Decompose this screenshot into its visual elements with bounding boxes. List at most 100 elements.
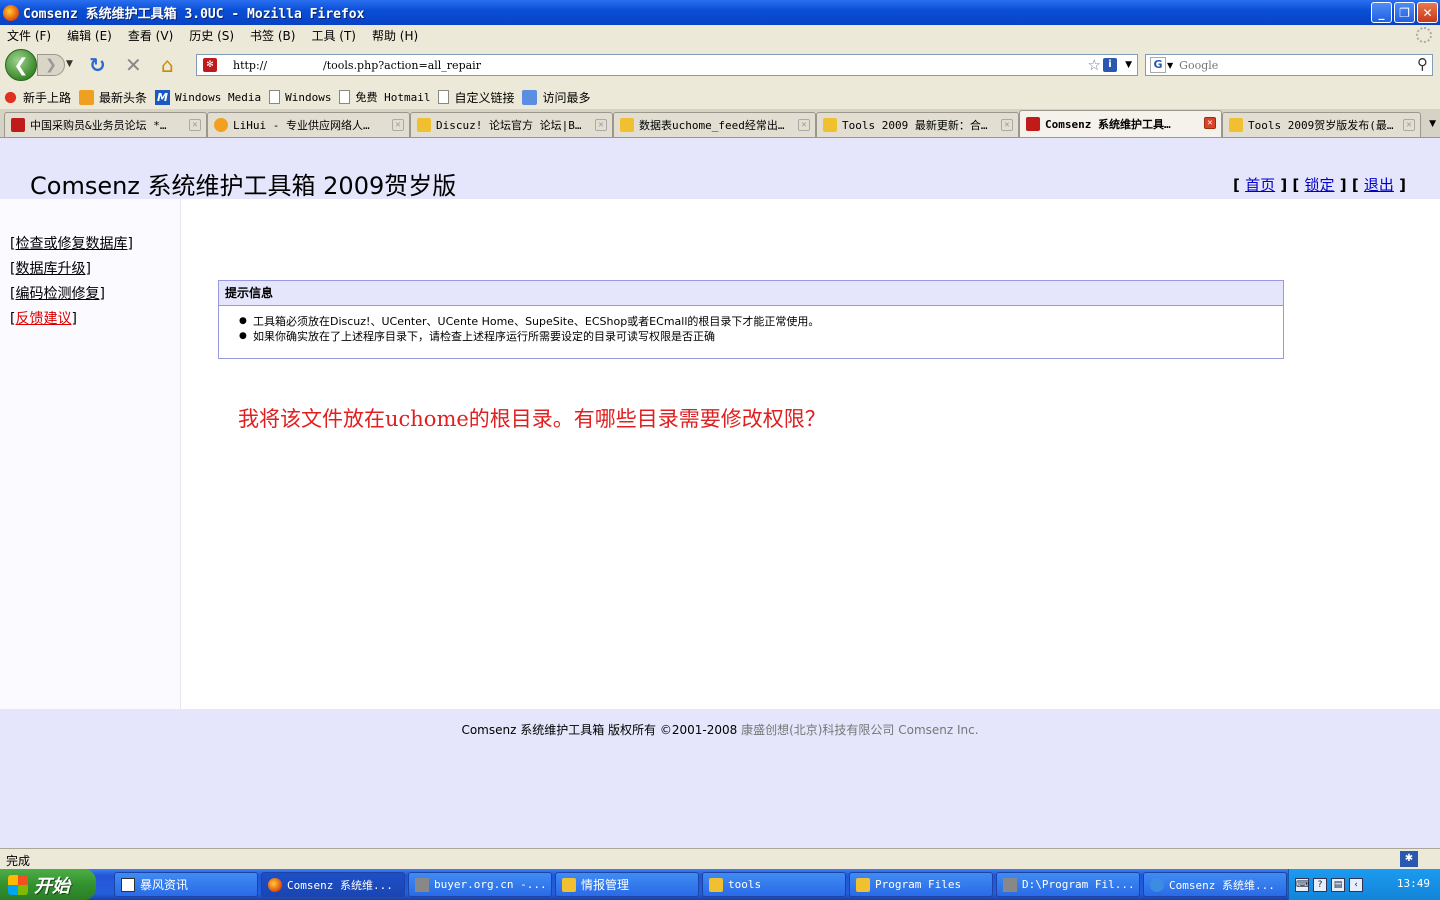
reload-icon[interactable]: ↻ [89, 54, 106, 76]
tab-favicon-icon [11, 118, 25, 132]
bookmark-star-icon[interactable]: ☆ [1088, 56, 1101, 74]
bookmark-item[interactable]: M Windows Media [155, 89, 261, 105]
notice-item: 工具箱必须放在Discuz!、UCenter、UCente Home、SupeS… [239, 314, 1283, 329]
maximize-button[interactable]: ❐ [1394, 2, 1415, 23]
sidebar: [检查或修复数据库] [数据库升级] [编码检测修复] [反馈建议] [0, 199, 181, 709]
menu-bar: 文件 (F) 编辑 (E) 查看 (V) 历史 (S) 书签 (B) 工具 (T… [0, 25, 1440, 45]
notice-heading: 提示信息 [219, 281, 1283, 306]
taskbar-item[interactable]: 情报管理 [555, 872, 699, 897]
bookmarks-toolbar: 新手上路 最新头条 M Windows Media Windows 免费 Hotm… [0, 85, 1440, 109]
home-link[interactable]: 首页 [1245, 176, 1275, 194]
menu-view[interactable]: 查看 (V) [128, 27, 173, 44]
browser-tab-active[interactable]: Comsenz 系统维护工具… ✕ [1019, 110, 1222, 137]
search-engine-icon[interactable]: G [1150, 57, 1166, 73]
lock-link[interactable]: 锁定 [1305, 176, 1335, 194]
browser-tab[interactable]: Tools 2009贺岁版发布(最… ✕ [1222, 112, 1421, 137]
taskbar-item[interactable]: tools [702, 872, 846, 897]
sidebar-link[interactable]: 检查或修复数据库 [15, 236, 127, 252]
menu-help[interactable]: 帮助 (H) [372, 27, 418, 44]
home-icon[interactable]: ⌂ [161, 54, 174, 76]
start-button[interactable]: 开始 [0, 869, 96, 900]
tab-close-icon[interactable]: ✕ [392, 119, 404, 131]
bookmark-item[interactable]: 新手上路 [3, 89, 71, 106]
page-icon [339, 90, 351, 104]
tab-close-icon[interactable]: ✕ [798, 119, 810, 131]
taskbar-item[interactable]: buyer.org.cn -... [408, 872, 552, 897]
menu-tools[interactable]: 工具 (T) [311, 27, 356, 44]
taskbar-item[interactable]: Comsenz 系统维... [1143, 872, 1287, 897]
tab-close-icon[interactable]: ✕ [1204, 117, 1216, 129]
history-dropdown-icon[interactable]: ▼ [66, 59, 73, 69]
throbber-icon [1416, 27, 1432, 43]
close-button[interactable]: ✕ [1417, 2, 1438, 23]
sidebar-link[interactable]: 数据库升级 [15, 261, 85, 277]
search-icon[interactable]: ⚲ [1417, 55, 1428, 73]
footer-main-text: Comsenz 系统维护工具箱 版权所有 ©2001-2008 [461, 723, 742, 737]
url-bar[interactable]: ✻ http:// /tools.php?action=all_repair ☆… [196, 54, 1138, 76]
tab-close-icon[interactable]: ✕ [1403, 119, 1415, 131]
bookmark-item[interactable]: Windows [269, 90, 331, 104]
browser-tab[interactable]: Tools 2009 最新更新：合… ✕ [816, 112, 1019, 137]
stop-icon[interactable]: ✕ [125, 54, 142, 76]
status-text: 完成 [6, 854, 31, 868]
sidebar-link[interactable]: 反馈建议 [15, 311, 71, 327]
bookmark-item[interactable]: 自定义链接 [438, 89, 514, 106]
network-icon[interactable]: ▤ [1331, 877, 1345, 892]
minimize-button[interactable]: _ [1371, 2, 1392, 23]
firefox-icon [268, 877, 282, 892]
folder-icon [709, 877, 723, 892]
tray-expand-icon[interactable]: ‹ [1349, 877, 1363, 892]
keyboard-icon[interactable]: ⌨ [1295, 877, 1309, 892]
sidebar-item-check-repair-db: [检查或修复数据库] [10, 236, 133, 252]
url-text[interactable]: http:// /tools.php?action=all_repair [233, 59, 481, 72]
navigation-toolbar: ❮ ❯ ▼ ↻ ✕ ⌂ ✻ http:// /tools.php?action=… [0, 45, 1440, 85]
taskbar-item[interactable]: 暴风资讯 [114, 872, 258, 897]
bookmark-item[interactable]: 访问最多 [522, 89, 591, 106]
tab-list-dropdown-icon[interactable]: ▼ [1429, 119, 1436, 129]
taskbar-item-active[interactable]: Comsenz 系统维... [261, 872, 405, 897]
footer-company: 康盛创想(北京)科技有限公司 Comsenz Inc. [741, 723, 979, 737]
browser-tab[interactable]: 数据表uchome_feed经常出… ✕ [613, 112, 816, 137]
help-icon[interactable]: ? [1313, 877, 1327, 892]
taskbar-item[interactable]: D:\Program Fil... [996, 872, 1140, 897]
folder-icon [856, 877, 870, 892]
page-icon [269, 90, 281, 104]
browser-tab[interactable]: Discuz! 论坛官方 论坛|B… ✕ [410, 112, 613, 137]
menu-bookmarks[interactable]: 书签 (B) [250, 27, 295, 44]
browser-tab[interactable]: 中国采购员&业务员论坛 *… ✕ [4, 112, 207, 137]
tray-clock[interactable]: 13:49 [1397, 877, 1430, 890]
folder-icon [562, 877, 576, 892]
page-icon [438, 90, 450, 104]
menu-file[interactable]: 文件 (F) [7, 27, 51, 44]
tab-close-icon[interactable]: ✕ [595, 119, 607, 131]
window-titlebar[interactable]: Comsenz 系统维护工具箱 3.0UC - Mozilla Firefox … [0, 0, 1440, 25]
tab-favicon-icon [823, 118, 837, 132]
addon-status-icon[interactable]: ✱ [1400, 851, 1418, 867]
bookmark-item[interactable]: 最新头条 [79, 89, 147, 106]
logout-link[interactable]: 退出 [1364, 176, 1394, 194]
search-input[interactable] [1179, 58, 1400, 72]
tab-favicon-icon [214, 118, 228, 132]
window-title: Comsenz 系统维护工具箱 3.0UC - Mozilla Firefox [23, 7, 365, 22]
site-favicon-icon: ✻ [203, 58, 217, 72]
site-info-icon[interactable]: i [1103, 58, 1117, 72]
search-bar[interactable]: G ▼ ⚲ [1145, 54, 1433, 76]
url-dropdown-icon[interactable]: ▼ [1125, 60, 1132, 70]
windows-taskbar: 开始 暴风资讯 Comsenz 系统维... buyer.org.cn -...… [0, 869, 1440, 900]
tab-close-icon[interactable]: ✕ [189, 119, 201, 131]
window-controls: _ ❐ ✕ [1371, 2, 1438, 23]
menu-history[interactable]: 历史 (S) [189, 27, 234, 44]
notice-list: 工具箱必须放在Discuz!、UCenter、UCente Home、SupeS… [219, 306, 1283, 344]
back-button[interactable]: ❮ [5, 49, 37, 81]
taskbar-item[interactable]: Program Files [849, 872, 993, 897]
browser-tab[interactable]: LiHui - 专业供应网络人… ✕ [207, 112, 410, 137]
forward-button[interactable]: ❯ [37, 54, 65, 76]
tab-bar: 中国采购员&业务员论坛 *… ✕ LiHui - 专业供应网络人… ✕ Discuz… [0, 109, 1440, 138]
tab-favicon-icon [1229, 118, 1243, 132]
tab-close-icon[interactable]: ✕ [1001, 119, 1013, 131]
sidebar-link[interactable]: 编码检测修复 [15, 286, 99, 302]
bookmark-item[interactable]: 免费 Hotmail [339, 89, 430, 105]
search-engine-dropdown-icon[interactable]: ▼ [1167, 61, 1173, 70]
notice-item: 如果你确实放在了上述程序目录下，请检查上述程序运行所需要设定的目录可读写权限是否… [239, 329, 1283, 344]
menu-edit[interactable]: 编辑 (E) [67, 27, 112, 44]
